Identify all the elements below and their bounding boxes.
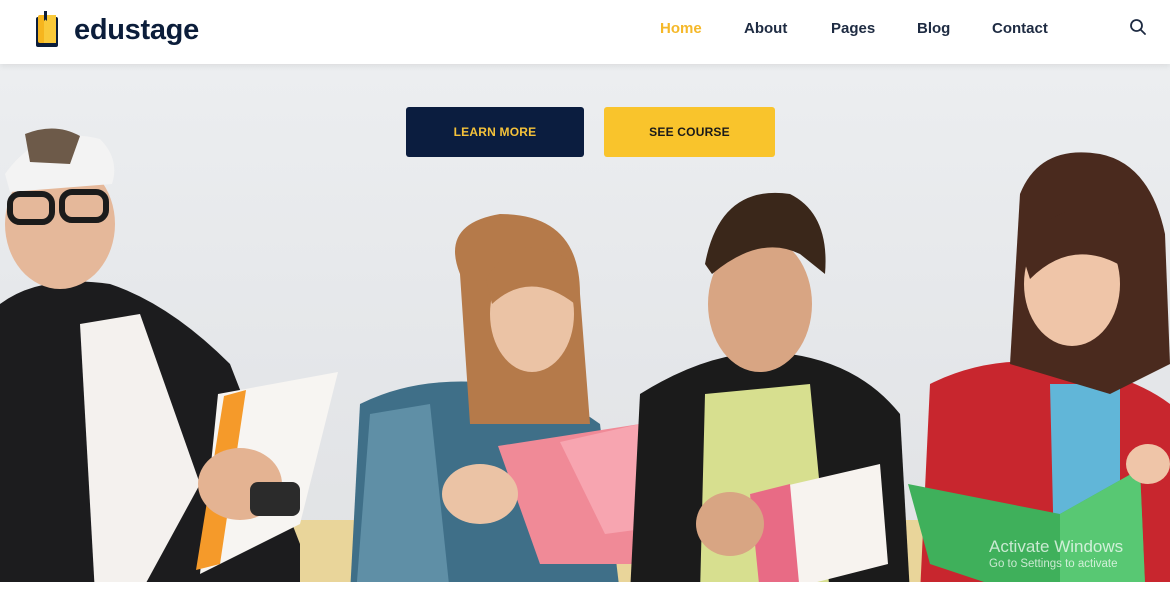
site-header: edustage Home About Pages Blog Contact <box>0 0 1170 64</box>
watermark-title: Activate Windows <box>989 537 1124 556</box>
hero-students-image <box>0 128 1170 594</box>
nav-home[interactable]: Home <box>660 20 702 37</box>
site-logo[interactable]: edustage <box>34 10 199 50</box>
nav-contact[interactable]: Contact <box>992 20 1048 37</box>
learn-more-button[interactable]: LEARN MORE <box>406 107 584 157</box>
hero-banner: LEARN MORE SEE COURSE <box>0 64 1170 594</box>
nav-blog[interactable]: Blog <box>917 20 950 37</box>
book-icon <box>36 11 58 47</box>
nav-pages[interactable]: Pages <box>831 20 875 37</box>
see-course-button[interactable]: SEE COURSE <box>604 107 775 157</box>
search-icon[interactable] <box>1129 18 1147 36</box>
student-right-figure <box>908 152 1170 594</box>
nav-about[interactable]: About <box>744 20 787 37</box>
windows-activation-watermark: Activate Windows Go to Settings to activ… <box>989 536 1123 572</box>
student-left-figure <box>0 128 338 594</box>
watermark-subtitle: Go to Settings to activate <box>989 558 1118 571</box>
student-center-right-figure <box>630 192 910 594</box>
page-bottom-strip <box>0 594 1170 606</box>
logo-text: edustage <box>74 13 199 46</box>
hero-floor <box>0 582 1170 594</box>
